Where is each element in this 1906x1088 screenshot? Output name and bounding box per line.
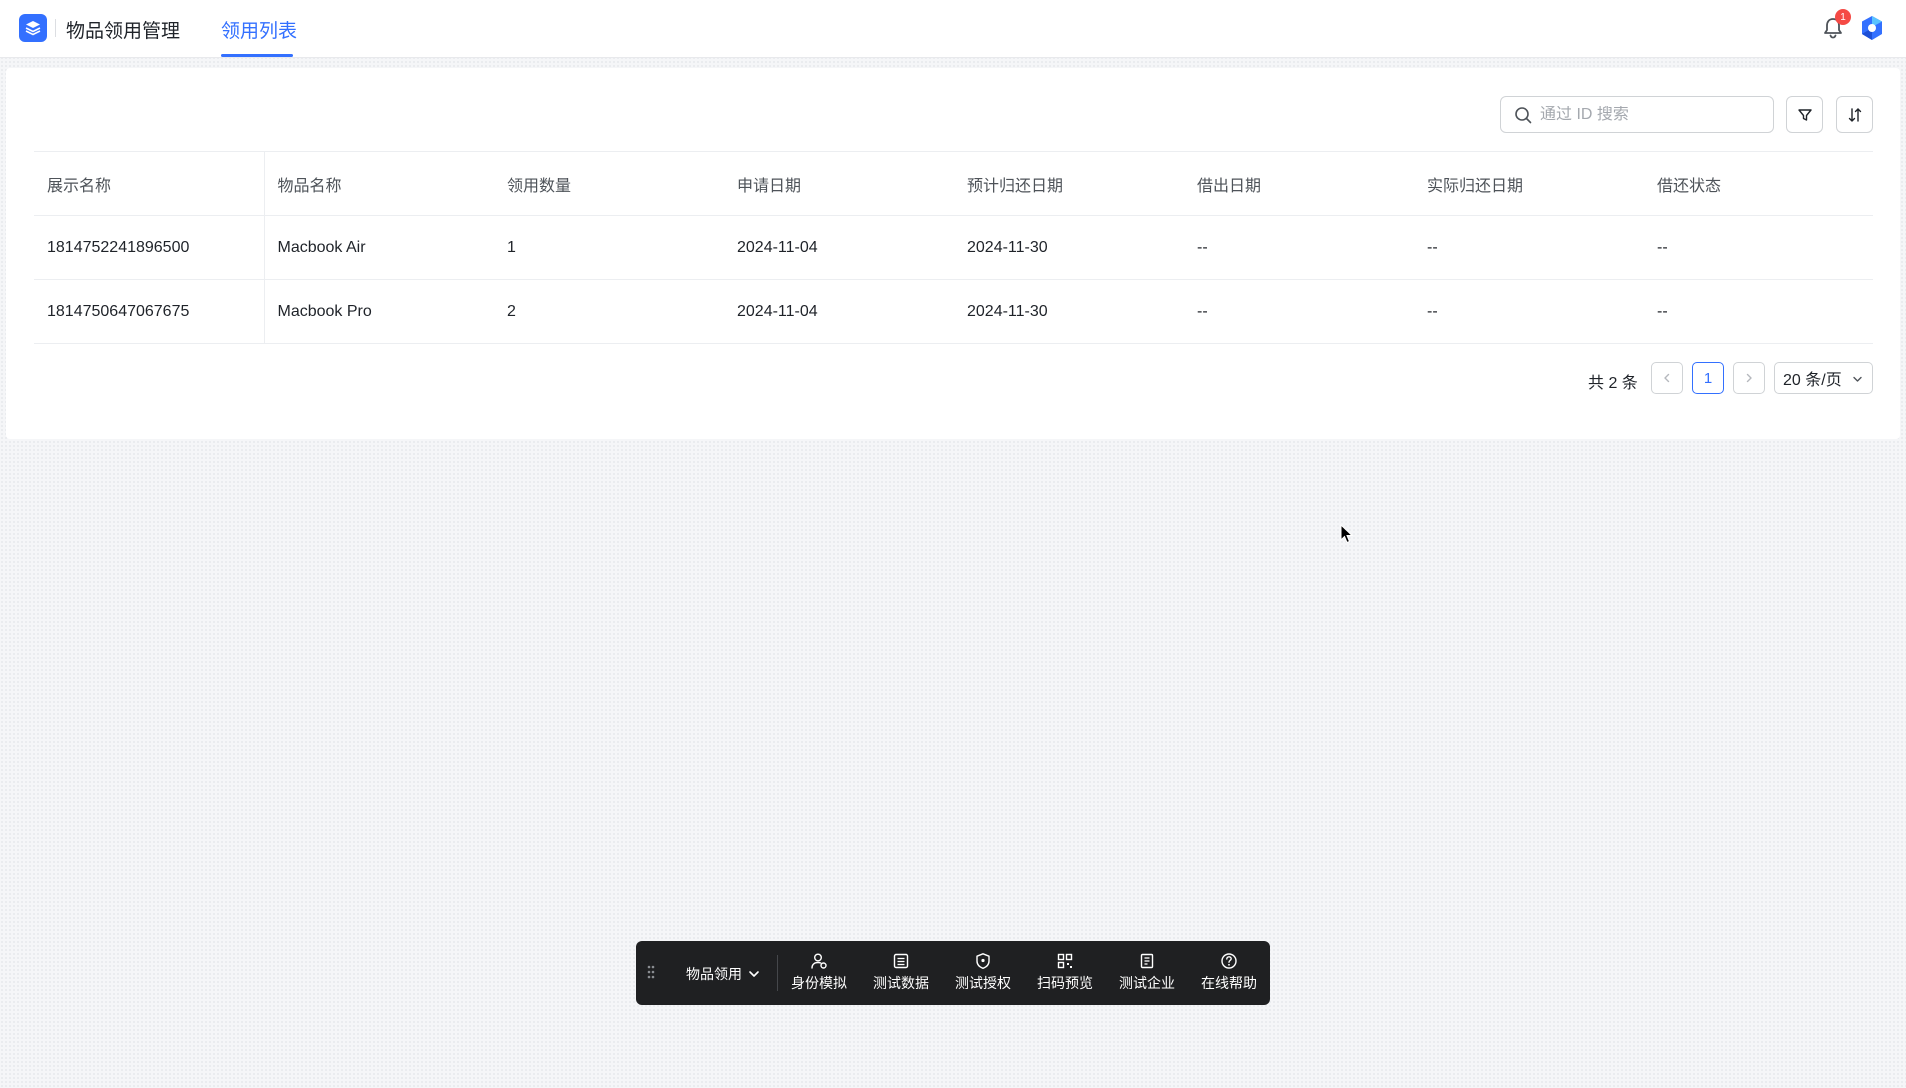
active-tab-indicator bbox=[221, 54, 293, 57]
mouse-cursor-icon bbox=[1340, 524, 1354, 544]
test-data-button[interactable]: 测试数据 bbox=[866, 952, 936, 996]
table-cell: 1 bbox=[494, 215, 724, 280]
identity-simulation-button[interactable]: 身份模拟 bbox=[784, 952, 854, 996]
dock-item-label: 身份模拟 bbox=[791, 975, 847, 991]
app-logo-icon[interactable] bbox=[19, 14, 47, 42]
user-switch-icon bbox=[811, 953, 827, 969]
table-cell: -- bbox=[1184, 215, 1414, 280]
test-enterprise-button[interactable]: 测试企业 bbox=[1112, 952, 1182, 996]
table-cell: 2024-11-04 bbox=[724, 215, 954, 280]
column-header[interactable]: 借出日期 bbox=[1184, 151, 1414, 216]
dock-item-label: 扫码预览 bbox=[1037, 975, 1093, 991]
table-cell: -- bbox=[1184, 279, 1414, 344]
dock-divider bbox=[777, 955, 778, 991]
table-cell: 2 bbox=[494, 279, 724, 344]
drag-handle-icon[interactable] bbox=[646, 964, 656, 980]
table-cell: Macbook Pro bbox=[264, 279, 494, 344]
qr-code-icon bbox=[1057, 953, 1073, 969]
dock-item-label: 测试授权 bbox=[955, 975, 1011, 991]
next-page-button[interactable] bbox=[1733, 362, 1765, 394]
building-icon bbox=[1140, 953, 1154, 969]
dock-item-label: 在线帮助 bbox=[1201, 975, 1257, 991]
pagination-total: 共 2 条 bbox=[1588, 375, 1638, 392]
data-table-icon bbox=[893, 953, 909, 969]
page-size-select[interactable]: 20 条/页 bbox=[1774, 362, 1873, 394]
search-box[interactable] bbox=[1500, 96, 1774, 133]
shield-icon bbox=[976, 953, 990, 969]
column-header[interactable]: 领用数量 bbox=[494, 151, 724, 216]
floating-dev-toolbar: 物品领用 身份模拟 测试数据 测试授权 扫码预览 测试企业 在线帮助 bbox=[636, 941, 1270, 1005]
app-title: 物品领用管理 bbox=[66, 21, 181, 42]
online-help-button[interactable]: 在线帮助 bbox=[1194, 952, 1264, 996]
column-header[interactable]: 物品名称 bbox=[264, 151, 494, 216]
table-header-row: 展示名称 物品名称 领用数量 申请日期 预计归还日期 借出日期 实际归还日期 借… bbox=[34, 151, 1873, 216]
table-cell: 1814752241896500 bbox=[34, 215, 265, 280]
table-cell: -- bbox=[1414, 279, 1644, 344]
tab-issue-list[interactable]: 领用列表 bbox=[221, 16, 297, 43]
table-row[interactable]: 1814752241896500 Macbook Air 1 2024-11-0… bbox=[34, 215, 1873, 280]
column-header[interactable]: 申请日期 bbox=[724, 151, 954, 216]
chevron-right-icon bbox=[1746, 373, 1752, 383]
chevron-down-icon bbox=[749, 971, 759, 977]
column-header[interactable]: 实际归还日期 bbox=[1414, 151, 1644, 216]
column-header[interactable]: 借还状态 bbox=[1644, 151, 1873, 216]
issue-table: 展示名称 物品名称 领用数量 申请日期 预计归还日期 借出日期 实际归还日期 借… bbox=[34, 151, 1873, 344]
sort-icon bbox=[1848, 107, 1861, 122]
app-scope-label: 物品领用 bbox=[686, 966, 742, 982]
page-button-current[interactable]: 1 bbox=[1692, 362, 1724, 394]
notification-badge: 1 bbox=[1835, 9, 1851, 25]
table-cell: -- bbox=[1644, 279, 1873, 344]
test-authorization-button[interactable]: 测试授权 bbox=[948, 952, 1018, 996]
column-header[interactable]: 预计归还日期 bbox=[954, 151, 1184, 216]
table-cell: 2024-11-30 bbox=[954, 279, 1184, 344]
help-icon bbox=[1221, 953, 1237, 969]
filter-icon bbox=[1797, 108, 1812, 121]
scan-preview-button[interactable]: 扫码预览 bbox=[1030, 952, 1100, 996]
table-cell: -- bbox=[1414, 215, 1644, 280]
table-cell: 1814750647067675 bbox=[34, 279, 265, 344]
search-icon bbox=[1515, 106, 1532, 123]
table-cell: 2024-11-30 bbox=[954, 215, 1184, 280]
table-row[interactable]: 1814750647067675 Macbook Pro 2 2024-11-0… bbox=[34, 279, 1873, 344]
app-scope-select[interactable]: 物品领用 bbox=[686, 964, 760, 984]
dock-item-label: 测试数据 bbox=[873, 975, 929, 991]
top-bar: 物品领用管理 领用列表 1 bbox=[0, 0, 1906, 58]
chevron-down-icon bbox=[1853, 376, 1862, 382]
page-size-value: 20 条/页 bbox=[1783, 372, 1842, 389]
search-input[interactable] bbox=[1540, 105, 1760, 124]
dock-item-label: 测试企业 bbox=[1119, 975, 1175, 991]
filter-button[interactable] bbox=[1786, 96, 1823, 133]
logo-divider bbox=[55, 19, 56, 37]
table-cell: Macbook Air bbox=[264, 215, 494, 280]
brand-logo-icon[interactable] bbox=[1859, 14, 1885, 42]
chevron-left-icon bbox=[1664, 373, 1670, 383]
prev-page-button[interactable] bbox=[1651, 362, 1683, 394]
table-cell: 2024-11-04 bbox=[724, 279, 954, 344]
column-header[interactable]: 展示名称 bbox=[34, 151, 265, 216]
sort-button[interactable] bbox=[1836, 96, 1873, 133]
pagination: 共 2 条 1 20 条/页 bbox=[6, 362, 1900, 394]
table-cell: -- bbox=[1644, 215, 1873, 280]
content-panel: 展示名称 物品名称 领用数量 申请日期 预计归还日期 借出日期 实际归还日期 借… bbox=[6, 68, 1900, 439]
